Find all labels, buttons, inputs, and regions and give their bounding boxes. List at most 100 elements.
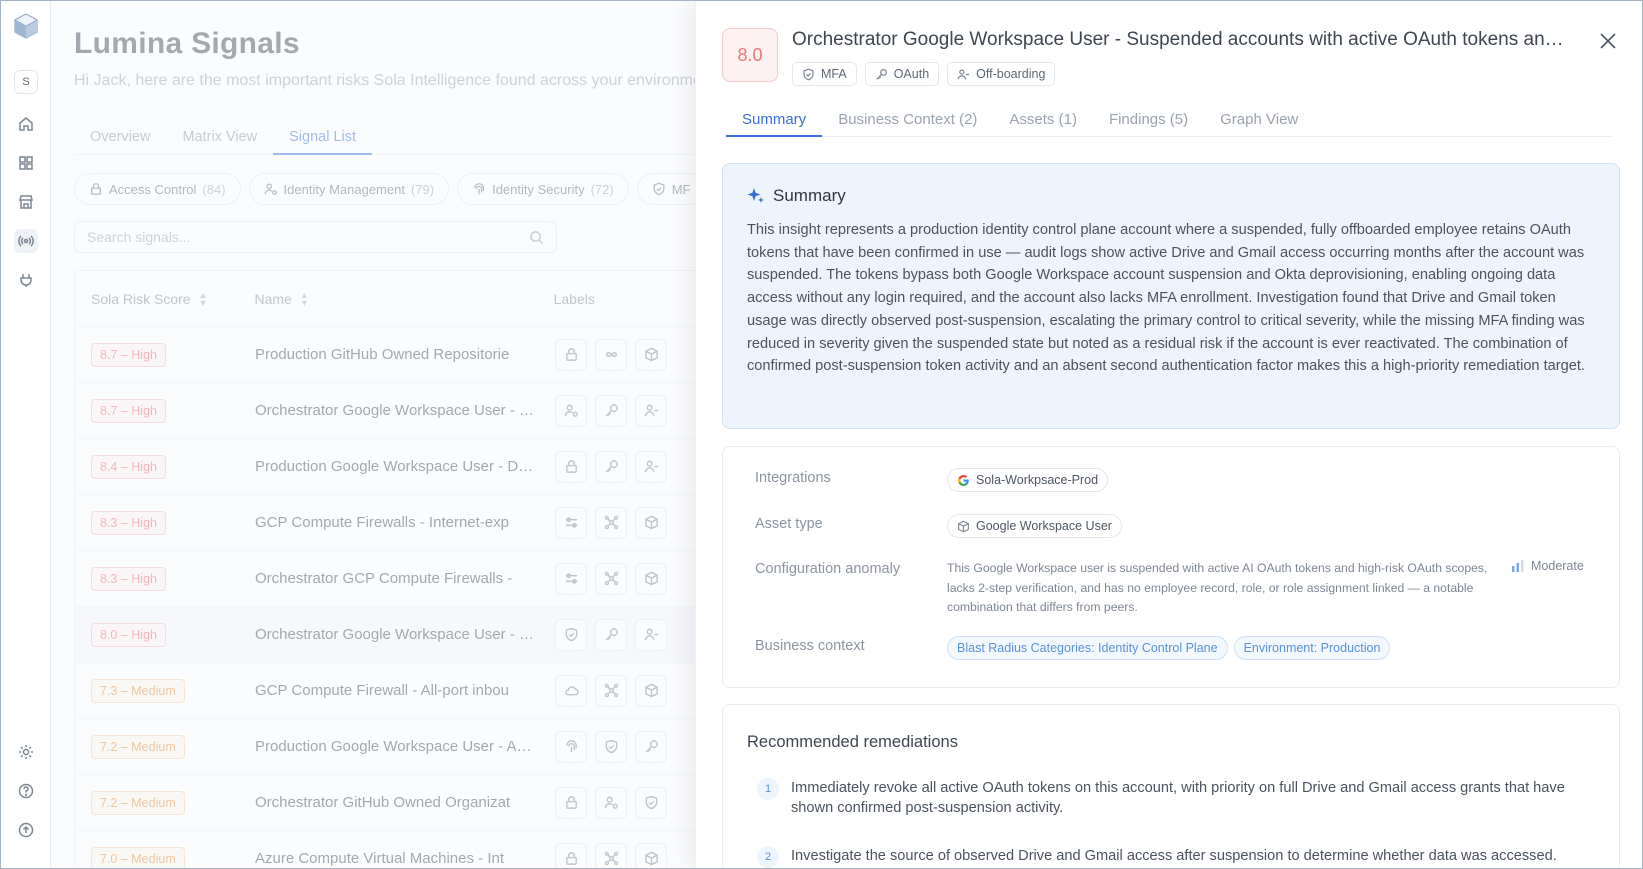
- app-logo-icon[interactable]: [14, 13, 38, 39]
- label-badge[interactable]: [555, 730, 587, 763]
- tab-business-context[interactable]: Business Context (2): [822, 105, 993, 137]
- label-badge[interactable]: [635, 394, 667, 427]
- close-button[interactable]: [1596, 29, 1620, 53]
- label-badge[interactable]: [595, 730, 627, 763]
- label-badge[interactable]: [595, 786, 627, 819]
- label-badge[interactable]: [555, 786, 587, 819]
- label-badge[interactable]: [595, 394, 627, 427]
- signal-detail-drawer: 8.0 Orchestrator Google Workspace User -…: [695, 1, 1642, 868]
- box-gear-icon: [644, 347, 658, 362]
- nav-store[interactable]: [14, 190, 38, 214]
- label-badge[interactable]: [595, 338, 627, 371]
- label-badge[interactable]: [555, 618, 587, 651]
- label-badge[interactable]: [595, 842, 627, 868]
- integration-chip[interactable]: Sola-Workpsace-Prod: [947, 468, 1109, 492]
- bar-chart-icon: [1512, 560, 1524, 572]
- signal-name[interactable]: Orchestrator GCP Compute Firewalls -: [255, 570, 555, 587]
- business-tag[interactable]: Blast Radius Categories: Identity Contro…: [947, 636, 1228, 660]
- tab-findings[interactable]: Findings (5): [1093, 105, 1204, 137]
- signal-name[interactable]: GCP Compute Firewalls - Internet-exp: [255, 514, 555, 531]
- workspace-switcher[interactable]: S: [14, 70, 38, 94]
- label-badge[interactable]: [635, 506, 667, 539]
- chip-label: MF: [671, 181, 691, 197]
- signal-name[interactable]: Production Google Workspace User - Admin: [255, 738, 555, 755]
- chip-label: Identity Security: [492, 181, 585, 197]
- nav-help[interactable]: [14, 779, 38, 803]
- table-row[interactable]: 8.4 – High Production Google Workspace Us…: [75, 439, 753, 495]
- category-chip-access-control[interactable]: Access Control (84): [74, 173, 241, 205]
- label-badge[interactable]: [635, 730, 667, 763]
- table-row[interactable]: 8.0 – High Orchestrator Google Workspace …: [75, 607, 753, 663]
- label-badge[interactable]: [595, 618, 627, 651]
- table-row[interactable]: 8.7 – High Orchestrator Google Workspace …: [75, 383, 753, 439]
- signal-name[interactable]: Orchestrator Google Workspace User - Sus…: [255, 402, 555, 419]
- label-badge[interactable]: [555, 394, 587, 427]
- label-badge[interactable]: [555, 562, 587, 595]
- asset-type-chip[interactable]: Google Workspace User: [947, 514, 1122, 538]
- sort-icon[interactable]: ▲ ▼: [199, 290, 208, 307]
- label-badge[interactable]: [635, 338, 667, 371]
- label-badge[interactable]: [595, 562, 627, 595]
- nav-home[interactable]: [14, 112, 38, 136]
- signal-name[interactable]: Orchestrator Google Workspace User - Sus…: [255, 626, 555, 643]
- tab-assets[interactable]: Assets (1): [993, 105, 1093, 137]
- tab-overview[interactable]: Overview: [74, 121, 166, 155]
- label-badge[interactable]: [555, 842, 587, 868]
- nav-signals[interactable]: [14, 229, 38, 253]
- table-row[interactable]: 7.2 – Medium Orchestrator GitHub Owned Or…: [75, 775, 753, 831]
- label-badge[interactable]: [635, 562, 667, 595]
- tab-signal-list[interactable]: Signal List: [273, 121, 373, 155]
- signal-name[interactable]: Orchestrator GitHub Owned Organizat: [255, 794, 555, 811]
- tab-matrix-view[interactable]: Matrix View: [166, 121, 273, 155]
- table-row[interactable]: 7.0 – Medium Azure Compute Virtual Machin…: [75, 831, 753, 868]
- column-header-name[interactable]: Name ▲ ▼: [255, 290, 554, 307]
- grid-icon: [19, 156, 33, 170]
- detail-row-business-context: Business context Blast Radius Categories…: [755, 636, 1391, 660]
- tab-graph-view[interactable]: Graph View: [1204, 105, 1314, 137]
- signal-name[interactable]: Production Google Workspace User - Dorma…: [255, 458, 555, 475]
- risk-score-cell: 8.0 – High: [75, 622, 255, 647]
- box-gear-icon: [644, 515, 658, 530]
- gear-icon: [19, 745, 33, 759]
- nav-integrations[interactable]: [14, 268, 38, 292]
- table-row[interactable]: 8.7 – High Production GitHub Owned Reposi…: [75, 327, 753, 383]
- user-minus-icon: [957, 68, 970, 79]
- nav-dashboard[interactable]: [14, 151, 38, 175]
- category-chip-identity-security[interactable]: Identity Security (72): [457, 173, 629, 205]
- category-chip-identity-management[interactable]: Identity Management (79): [248, 173, 450, 205]
- label-icons: [555, 394, 667, 427]
- table-row[interactable]: 7.3 – Medium GCP Compute Firewall - All-p…: [75, 663, 753, 719]
- column-header-score[interactable]: Sola Risk Score ▲ ▼: [75, 290, 255, 307]
- signal-name[interactable]: Azure Compute Virtual Machines - Int: [255, 850, 555, 867]
- sort-icon[interactable]: ▲ ▼: [300, 290, 309, 307]
- table-row[interactable]: 8.3 – High GCP Compute Firewalls - Intern…: [75, 495, 753, 551]
- detail-label: Asset type: [755, 516, 823, 532]
- label-badge[interactable]: [555, 450, 587, 483]
- signal-name[interactable]: Production GitHub Owned Repositorie: [255, 346, 555, 363]
- risk-score-pill: 7.2 – Medium: [91, 790, 185, 815]
- nav-upload[interactable]: [14, 818, 38, 842]
- tag-off-boarding: Off-boarding: [947, 62, 1056, 86]
- label-badge[interactable]: [595, 506, 627, 539]
- table-row[interactable]: 8.3 – High Orchestrator GCP Compute Firew…: [75, 551, 753, 607]
- label-badge[interactable]: [555, 338, 587, 371]
- key-icon: [604, 404, 618, 417]
- infinity-icon: [605, 352, 617, 357]
- search-input[interactable]: Search signals...: [74, 221, 557, 253]
- label-badge[interactable]: [635, 842, 667, 868]
- label-badge[interactable]: [635, 786, 667, 819]
- signal-name[interactable]: GCP Compute Firewall - All-port inbou: [255, 682, 555, 699]
- table-row[interactable]: 7.2 – Medium Production Google Workspace …: [75, 719, 753, 775]
- label-badge[interactable]: [595, 450, 627, 483]
- nav-settings[interactable]: [14, 740, 38, 764]
- label-badge[interactable]: [635, 674, 667, 707]
- label-badge[interactable]: [635, 450, 667, 483]
- label-badge[interactable]: [635, 618, 667, 651]
- business-tag[interactable]: Environment: Production: [1233, 636, 1391, 660]
- main-tabs: Overview Matrix View Signal List: [74, 121, 714, 155]
- tab-summary[interactable]: Summary: [726, 105, 823, 137]
- risk-score-pill: 8.3 – High: [91, 566, 166, 591]
- label-badge[interactable]: [555, 674, 587, 707]
- label-badge[interactable]: [555, 506, 587, 539]
- label-badge[interactable]: [595, 674, 627, 707]
